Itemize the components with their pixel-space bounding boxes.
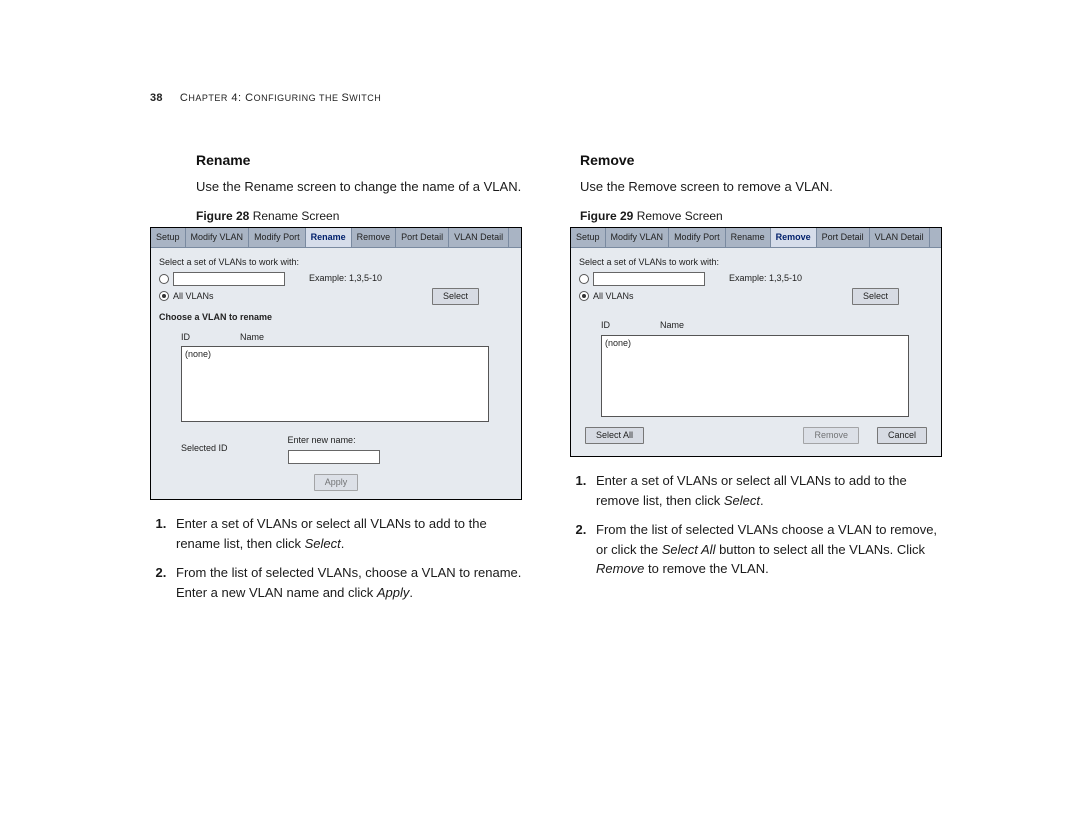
tab-remove[interactable]: Remove xyxy=(771,228,817,248)
radio-all-vlans[interactable] xyxy=(579,291,589,301)
select-set-label: Select a set of VLANs to work with: xyxy=(159,256,513,270)
vlan-listbox[interactable]: (none) xyxy=(601,335,909,417)
apply-button[interactable]: Apply xyxy=(314,474,359,492)
new-name-input[interactable] xyxy=(288,450,380,464)
vlan-listbox[interactable]: (none) xyxy=(181,346,489,422)
rename-screenshot: Setup Modify VLAN Modify Port Rename Rem… xyxy=(150,227,522,501)
section-title-remove: Remove xyxy=(580,150,950,171)
tab-vlan-detail[interactable]: VLAN Detail xyxy=(449,228,509,248)
select-button[interactable]: Select xyxy=(852,288,899,306)
col-id: ID xyxy=(601,319,610,333)
radio-set[interactable] xyxy=(159,274,169,284)
example-text: Example: 1,3,5-10 xyxy=(309,272,382,286)
cancel-button[interactable]: Cancel xyxy=(877,427,927,445)
vlan-set-input[interactable] xyxy=(593,272,705,286)
figure-28-caption: Figure 28 Rename Screen xyxy=(196,207,530,225)
radio-all-vlans[interactable] xyxy=(159,291,169,301)
remove-description: Use the Remove screen to remove a VLAN. xyxy=(580,177,950,197)
new-name-label: Enter new name: xyxy=(288,435,356,445)
section-title-rename: Rename xyxy=(196,150,530,171)
tab-rename[interactable]: Rename xyxy=(726,228,771,248)
rename-step-2: From the list of selected VLANs, choose … xyxy=(170,563,530,602)
tab-modify-port[interactable]: Modify Port xyxy=(249,228,306,248)
tab-port-detail[interactable]: Port Detail xyxy=(396,228,449,248)
remove-screenshot: Setup Modify VLAN Modify Port Rename Rem… xyxy=(570,227,942,458)
tab-vlan-detail[interactable]: VLAN Detail xyxy=(870,228,930,248)
select-set-label: Select a set of VLANs to work with: xyxy=(579,256,933,270)
rename-steps: Enter a set of VLANs or select all VLANs… xyxy=(150,514,530,602)
tab-port-detail[interactable]: Port Detail xyxy=(817,228,870,248)
remove-steps: Enter a set of VLANs or select all VLANs… xyxy=(570,471,950,579)
select-button[interactable]: Select xyxy=(432,288,479,306)
radio-set[interactable] xyxy=(579,274,589,284)
rename-description: Use the Rename screen to change the name… xyxy=(196,177,530,197)
tab-setup[interactable]: Setup xyxy=(571,228,606,248)
choose-label: Choose a VLAN to rename xyxy=(159,311,513,325)
col-name: Name xyxy=(660,319,684,333)
tab-modify-vlan[interactable]: Modify VLAN xyxy=(186,228,250,248)
rename-step-1: Enter a set of VLANs or select all VLANs… xyxy=(170,514,530,553)
tabs-row-remove: Setup Modify VLAN Modify Port Rename Rem… xyxy=(571,228,941,249)
left-column: Rename Use the Rename screen to change t… xyxy=(150,90,530,612)
tab-remove[interactable]: Remove xyxy=(352,228,397,248)
select-all-button[interactable]: Select All xyxy=(585,427,644,445)
tabs-row: Setup Modify VLAN Modify Port Rename Rem… xyxy=(151,228,521,249)
col-name: Name xyxy=(240,331,264,345)
tab-rename[interactable]: Rename xyxy=(306,228,352,248)
remove-button[interactable]: Remove xyxy=(803,427,859,445)
figure-29-caption: Figure 29 Remove Screen xyxy=(580,207,950,225)
right-column: Remove Use the Remove screen to remove a… xyxy=(570,90,950,612)
tab-modify-vlan[interactable]: Modify VLAN xyxy=(606,228,670,248)
all-vlans-label: All VLANs xyxy=(173,290,214,304)
tab-setup[interactable]: Setup xyxy=(151,228,186,248)
tab-modify-port[interactable]: Modify Port xyxy=(669,228,726,248)
remove-step-1: Enter a set of VLANs or select all VLANs… xyxy=(590,471,950,510)
vlan-set-input[interactable] xyxy=(173,272,285,286)
selected-id-label: Selected ID xyxy=(181,442,228,456)
all-vlans-label: All VLANs xyxy=(593,290,634,304)
example-text: Example: 1,3,5-10 xyxy=(729,272,802,286)
col-id: ID xyxy=(181,331,190,345)
remove-step-2: From the list of selected VLANs choose a… xyxy=(590,520,950,579)
